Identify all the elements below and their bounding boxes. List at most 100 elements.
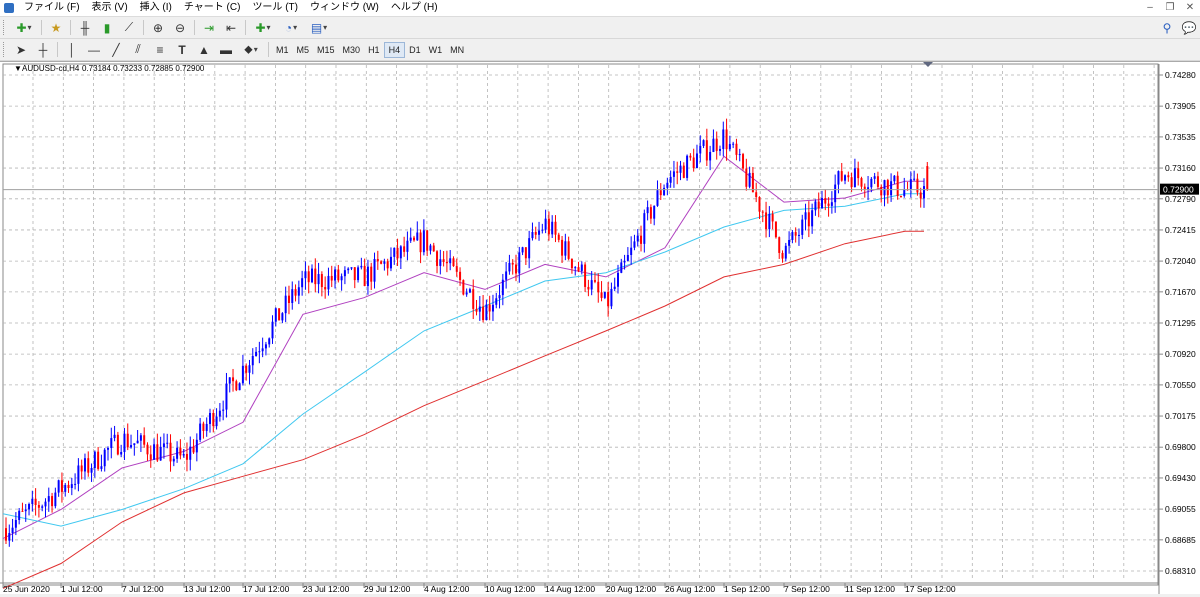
zoom-in-icon[interactable]: ⊕ — [149, 19, 167, 36]
new-chart-icon[interactable]: ✚ — [12, 19, 36, 36]
chart-shift-icon[interactable]: ⇥ — [200, 19, 218, 36]
app-icon — [4, 3, 14, 13]
menu-view[interactable]: 表示 (V) — [86, 0, 134, 16]
candle-body — [926, 166, 929, 190]
candle-body — [291, 289, 294, 304]
zoom-out-icon[interactable]: ⊖ — [171, 19, 189, 36]
rectangle-icon[interactable]: ▬ — [217, 41, 235, 58]
candle-body — [307, 271, 310, 283]
candle-body — [830, 202, 833, 206]
channel-icon[interactable]: ⫽ — [129, 41, 147, 58]
autoscroll-icon[interactable]: ⇤ — [222, 19, 240, 36]
candlestick-icon[interactable]: ▮ — [98, 19, 116, 36]
candle-body — [873, 176, 876, 179]
candle-body — [77, 465, 80, 484]
candle-body — [857, 168, 860, 179]
candle-body — [311, 268, 313, 283]
menu-tools[interactable]: ツール (T) — [246, 0, 304, 16]
candle-body — [699, 145, 702, 154]
restore-icon[interactable]: ❐ — [1164, 2, 1176, 14]
candle-body — [320, 274, 323, 288]
candle-body — [31, 498, 34, 504]
cursor-icon[interactable]: ➤ — [12, 41, 30, 58]
candle-body — [386, 261, 389, 269]
candle-body — [330, 275, 333, 281]
candle-body — [886, 180, 889, 196]
horizontal-line-icon[interactable]: — — [85, 41, 103, 58]
y-tick-label: 0.72040 — [1165, 256, 1196, 266]
candle-body — [116, 434, 119, 455]
profiles-icon[interactable]: ★ — [47, 19, 65, 36]
candle-body — [626, 254, 629, 261]
timeframe-mn[interactable]: MN — [446, 42, 468, 58]
candle-body — [827, 203, 830, 206]
bar-chart-icon[interactable]: ╫ — [76, 19, 94, 36]
indicators-icon[interactable]: ✚ — [251, 19, 275, 36]
search-icon[interactable]: ⚲ — [1158, 19, 1176, 36]
candle-body — [360, 265, 363, 268]
y-tick-label: 0.70550 — [1165, 380, 1196, 390]
menu-help[interactable]: ヘルプ (H) — [385, 0, 444, 16]
price-chart[interactable]: 0.72900 0.74280 0.73905 0.73535 0.73160 0.72… — [0, 62, 1200, 594]
candle-body — [176, 447, 179, 459]
templates-icon[interactable]: ▤ — [307, 19, 331, 36]
vertical-line-icon[interactable]: │ — [63, 41, 81, 58]
candle-body — [623, 260, 626, 263]
chart-window[interactable]: 0.72900 0.74280 0.73905 0.73535 0.73160 0.72… — [0, 61, 1200, 594]
moving-averages — [2, 155, 924, 589]
candle-body — [439, 259, 442, 266]
close-icon[interactable]: ✕ — [1184, 2, 1196, 14]
periods-icon[interactable]: ◔ — [279, 19, 303, 36]
candle-body — [21, 510, 24, 512]
candle-body — [817, 201, 820, 209]
timeframe-w1[interactable]: W1 — [425, 42, 447, 58]
candle-body — [100, 466, 103, 469]
candle-body — [301, 278, 304, 288]
candle-body — [633, 241, 636, 248]
timeframe-h1[interactable]: H1 — [364, 42, 384, 58]
candle-body — [590, 280, 593, 290]
y-tick-label: 0.71295 — [1165, 318, 1196, 328]
line-chart-icon[interactable]: ⟋ — [120, 19, 138, 36]
menu-file[interactable]: ファイル (F) — [18, 0, 86, 16]
candle-body — [531, 232, 534, 239]
candle-body — [396, 247, 399, 259]
candle-body — [745, 168, 748, 187]
candle-body — [577, 267, 580, 271]
fibonacci-icon[interactable]: ≡ — [151, 41, 169, 58]
timeframe-m5[interactable]: M5 — [293, 42, 314, 58]
candle-body — [225, 383, 228, 410]
candle-body — [682, 165, 685, 178]
candle-body — [834, 184, 837, 203]
candle-body — [666, 182, 669, 188]
candle-body — [343, 270, 346, 277]
timeframe-m15[interactable]: M15 — [313, 42, 339, 58]
standard-toolbar: ✚ ★ ╫ ▮ ⟋ ⊕ ⊖ ⇥ ⇤ ✚ ◔ ▤ ⚲ 💬 — [0, 17, 1200, 39]
arrows-icon[interactable]: ⬥ — [239, 41, 263, 58]
text-icon[interactable]: T — [173, 41, 191, 58]
candle-body — [380, 261, 383, 264]
menu-insert[interactable]: 挿入 (I) — [134, 0, 178, 16]
timeframe-d1[interactable]: D1 — [405, 42, 425, 58]
chat-icon[interactable]: 💬 — [1180, 19, 1198, 36]
candle-body — [811, 210, 814, 227]
candle-body — [192, 446, 195, 453]
menu-window[interactable]: ウィンドウ (W) — [304, 0, 385, 16]
timeframe-m30[interactable]: M30 — [339, 42, 365, 58]
candle-body — [876, 176, 879, 187]
candle-body — [258, 351, 261, 353]
candle-body — [725, 129, 728, 150]
candle-body — [413, 237, 415, 241]
candle-body — [630, 247, 633, 255]
candle-body — [80, 465, 83, 472]
timeframe-m1[interactable]: M1 — [272, 42, 293, 58]
candle-body — [139, 435, 142, 441]
timeframe-h4[interactable]: H4 — [383, 41, 406, 58]
minimize-icon[interactable]: – — [1144, 2, 1156, 14]
triangle-icon[interactable]: ▲ — [195, 41, 213, 58]
trendline-icon[interactable]: ╱ — [107, 41, 125, 58]
candle-body — [353, 267, 356, 281]
crosshair-icon[interactable]: ┼ — [34, 41, 52, 58]
menu-chart[interactable]: チャート (C) — [178, 0, 247, 16]
candle-body — [248, 365, 251, 373]
